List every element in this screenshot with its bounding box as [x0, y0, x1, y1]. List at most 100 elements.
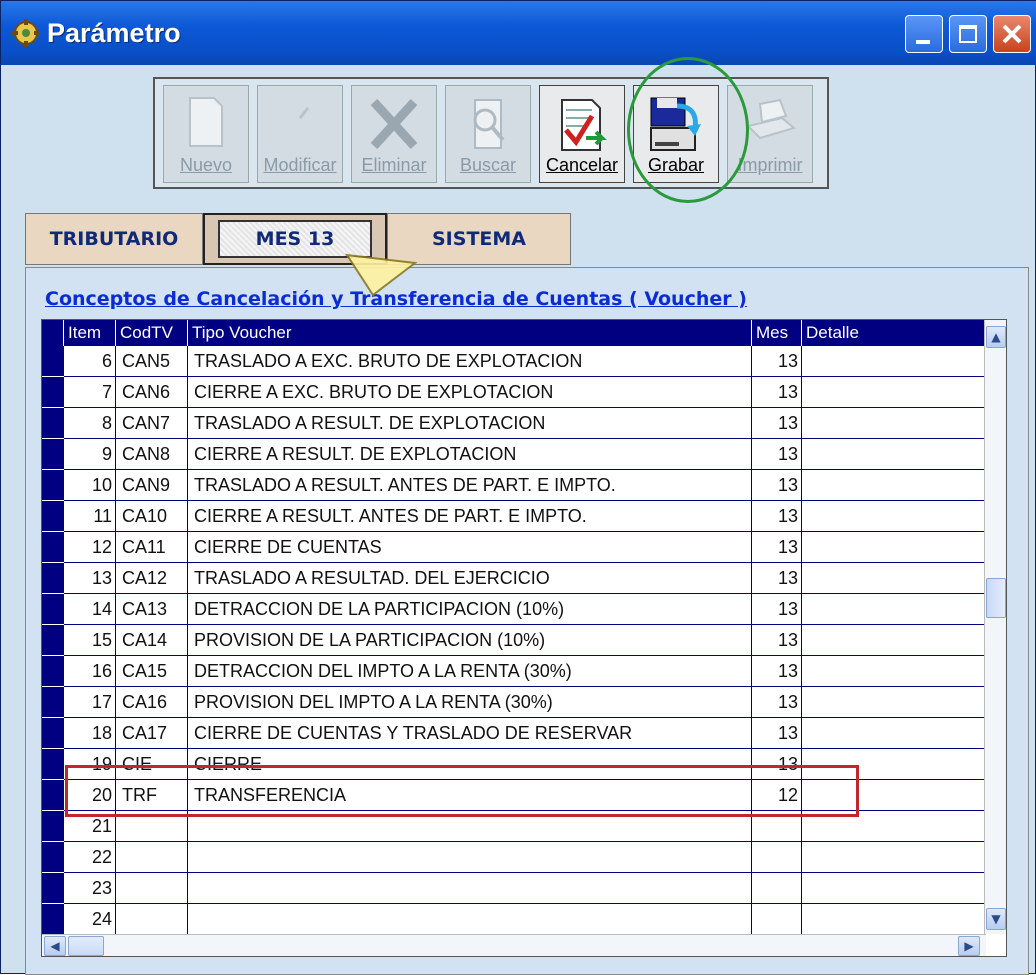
cell-mes[interactable]: 13	[752, 532, 802, 563]
row-selector[interactable]	[42, 439, 64, 469]
cell-item[interactable]: 22	[64, 842, 116, 873]
cell-item[interactable]: 13	[64, 563, 116, 594]
table-row[interactable]: 24	[42, 904, 986, 935]
maximize-button[interactable]	[949, 15, 987, 53]
minimize-button[interactable]	[905, 15, 943, 53]
voucher-grid[interactable]: Item CodTV Tipo Voucher Mes Detalle 6 CAN…	[41, 319, 1007, 957]
cell-mes[interactable]: 13	[752, 470, 802, 501]
cell-detalle[interactable]	[802, 346, 986, 377]
col-header-item[interactable]: Item	[64, 320, 116, 346]
cell-item[interactable]: 23	[64, 873, 116, 904]
row-selector[interactable]	[42, 408, 64, 438]
row-selector[interactable]	[42, 749, 64, 779]
row-selector[interactable]	[42, 687, 64, 717]
cell-mes[interactable]	[752, 904, 802, 935]
cell-codtv[interactable]: CA11	[116, 532, 188, 563]
cell-codtv[interactable]: CA13	[116, 594, 188, 625]
table-row[interactable]: 16 CA15 DETRACCION DEL IMPTO A LA RENTA (3…	[42, 656, 986, 687]
cell-mes[interactable]: 13	[752, 346, 802, 377]
table-row[interactable]: 12 CA11 CIERRE DE CUENTAS 13	[42, 532, 986, 563]
cell-item[interactable]: 14	[64, 594, 116, 625]
cell-item[interactable]: 16	[64, 656, 116, 687]
horizontal-scroll-thumb[interactable]	[68, 936, 104, 956]
row-selector[interactable]	[42, 594, 64, 624]
cell-codtv[interactable]	[116, 842, 188, 873]
horizontal-scrollbar[interactable]: ◀ ▶	[42, 934, 986, 956]
cell-tipo-voucher[interactable]: TRASLADO A RESULT. ANTES DE PART. E IMPT…	[188, 470, 752, 501]
cell-codtv[interactable]: CA10	[116, 501, 188, 532]
cell-detalle[interactable]	[802, 842, 986, 873]
cell-codtv[interactable]: CA14	[116, 625, 188, 656]
cell-detalle[interactable]	[802, 470, 986, 501]
row-selector[interactable]	[42, 625, 64, 655]
cell-item[interactable]: 8	[64, 408, 116, 439]
cell-detalle[interactable]	[802, 408, 986, 439]
cell-mes[interactable]: 13	[752, 439, 802, 470]
row-selector[interactable]	[42, 718, 64, 748]
cell-item[interactable]: 24	[64, 904, 116, 935]
row-selector[interactable]	[42, 780, 64, 810]
table-row[interactable]: 13 CA12 TRASLADO A RESULTAD. DEL EJERCICIO…	[42, 563, 986, 594]
cell-codtv[interactable]: CAN7	[116, 408, 188, 439]
cell-detalle[interactable]	[802, 625, 986, 656]
table-row[interactable]: 11 CA10 CIERRE A RESULT. ANTES DE PART. E …	[42, 501, 986, 532]
cell-tipo-voucher[interactable]: CIERRE A RESULT. ANTES DE PART. E IMPTO.	[188, 501, 752, 532]
table-row[interactable]: 6 CAN5 TRASLADO A EXC. BRUTO DE EXPLOTACIO…	[42, 346, 986, 377]
cell-detalle[interactable]	[802, 501, 986, 532]
cell-item[interactable]: 10	[64, 470, 116, 501]
cell-tipo-voucher[interactable]	[188, 904, 752, 935]
cell-tipo-voucher[interactable]: CIERRE A EXC. BRUTO DE EXPLOTACION	[188, 377, 752, 408]
nuevo-button[interactable]: Nuevo	[163, 85, 249, 183]
cell-detalle[interactable]	[802, 377, 986, 408]
cell-detalle[interactable]	[802, 439, 986, 470]
col-header-mes[interactable]: Mes	[752, 320, 802, 346]
cell-item[interactable]: 12	[64, 532, 116, 563]
row-selector[interactable]	[42, 377, 64, 407]
cell-codtv[interactable]: CA15	[116, 656, 188, 687]
cell-mes[interactable]: 13	[752, 594, 802, 625]
buscar-button[interactable]: Buscar	[445, 85, 531, 183]
cell-item[interactable]: 18	[64, 718, 116, 749]
cell-mes[interactable]: 13	[752, 501, 802, 532]
title-bar[interactable]: Parámetro	[1, 1, 1036, 65]
eliminar-button[interactable]: Eliminar	[351, 85, 437, 183]
cell-tipo-voucher[interactable]: PROVISION DEL IMPTO A LA RENTA (30%)	[188, 687, 752, 718]
row-selector[interactable]	[42, 904, 64, 934]
cell-mes[interactable]	[752, 873, 802, 904]
table-row[interactable]: 14 CA13 DETRACCION DE LA PARTICIPACION (10…	[42, 594, 986, 625]
cell-detalle[interactable]	[802, 687, 986, 718]
row-selector[interactable]	[42, 346, 64, 376]
cell-mes[interactable]: 13	[752, 563, 802, 594]
cell-codtv[interactable]: CAN8	[116, 439, 188, 470]
cell-mes[interactable]: 13	[752, 377, 802, 408]
cell-mes[interactable]: 13	[752, 718, 802, 749]
cell-detalle[interactable]	[802, 594, 986, 625]
row-selector[interactable]	[42, 470, 64, 500]
cell-codtv[interactable]: CAN6	[116, 377, 188, 408]
cell-tipo-voucher[interactable]: CIERRE DE CUENTAS Y TRASLADO DE RESERVAR	[188, 718, 752, 749]
cell-tipo-voucher[interactable]	[188, 842, 752, 873]
cell-item[interactable]: 15	[64, 625, 116, 656]
cell-codtv[interactable]	[116, 873, 188, 904]
col-header-codtv[interactable]: CodTV	[116, 320, 188, 346]
cell-mes[interactable]	[752, 842, 802, 873]
cell-codtv[interactable]: CAN9	[116, 470, 188, 501]
cell-tipo-voucher[interactable]: TRASLADO A RESULT. DE EXPLOTACION	[188, 408, 752, 439]
cell-tipo-voucher[interactable]: TRASLADO A EXC. BRUTO DE EXPLOTACION	[188, 346, 752, 377]
vertical-scrollbar[interactable]: ▲ ▼	[984, 320, 1006, 934]
cell-detalle[interactable]	[802, 873, 986, 904]
scroll-up-button[interactable]: ▲	[986, 326, 1006, 348]
cell-tipo-voucher[interactable]: CIERRE A RESULT. DE EXPLOTACION	[188, 439, 752, 470]
table-row[interactable]: 7 CAN6 CIERRE A EXC. BRUTO DE EXPLOTACION 1…	[42, 377, 986, 408]
row-selector[interactable]	[42, 656, 64, 686]
table-row[interactable]: 23	[42, 873, 986, 904]
cell-detalle[interactable]	[802, 563, 986, 594]
cell-codtv[interactable]: CA12	[116, 563, 188, 594]
cell-item[interactable]: 11	[64, 501, 116, 532]
table-row[interactable]: 17 CA16 PROVISION DEL IMPTO A LA RENTA (30…	[42, 687, 986, 718]
table-row[interactable]: 18 CA17 CIERRE DE CUENTAS Y TRASLADO DE RE…	[42, 718, 986, 749]
vertical-scroll-thumb[interactable]	[986, 578, 1006, 618]
cell-tipo-voucher[interactable]: DETRACCION DEL IMPTO A LA RENTA (30%)	[188, 656, 752, 687]
cell-item[interactable]: 9	[64, 439, 116, 470]
cancelar-button[interactable]: Cancelar	[539, 85, 625, 183]
